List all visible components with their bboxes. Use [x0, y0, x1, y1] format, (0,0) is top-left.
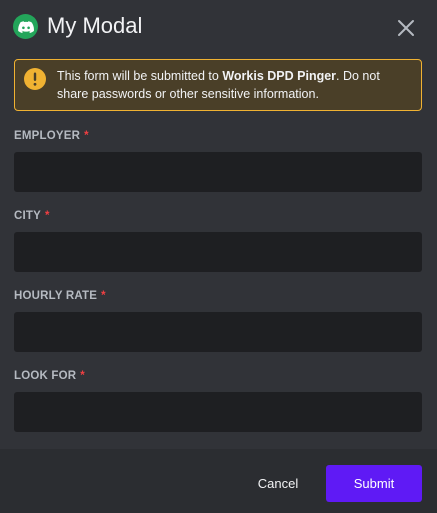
hourly-rate-input[interactable] [14, 312, 422, 352]
warning-app-name: Workis DPD Pinger [222, 69, 337, 83]
field-label-text: HOURLY RATE [14, 290, 98, 302]
city-input[interactable] [14, 232, 422, 272]
submit-button[interactable]: Submit [326, 465, 422, 502]
employer-input[interactable] [14, 152, 422, 192]
required-marker: * [101, 290, 106, 302]
field-label-text: EMPLOYER [14, 130, 81, 142]
exclamation-icon [24, 68, 46, 90]
field-label-hourly-rate: HOURLY RATE * [14, 290, 106, 302]
modal-header: My Modal [0, 0, 437, 52]
look-for-input[interactable] [14, 392, 422, 432]
warning-banner: This form will be submitted to Workis DP… [14, 59, 422, 111]
discord-logo-icon [13, 14, 38, 39]
field-label-text: LOOK FOR [14, 370, 77, 382]
required-marker: * [80, 370, 85, 382]
close-icon[interactable] [393, 15, 419, 41]
field-label-look-for: LOOK FOR * [14, 370, 85, 382]
field-label-city: CITY * [14, 210, 50, 222]
warning-text-before: This form will be submitted to [57, 69, 223, 83]
field-label-employer: EMPLOYER * [14, 130, 89, 142]
cancel-button[interactable]: Cancel [246, 467, 310, 499]
modal-footer: Cancel Submit [0, 449, 437, 513]
required-marker: * [84, 130, 89, 142]
warning-text: This form will be submitted to Workis DP… [57, 67, 409, 103]
field-label-text: CITY [14, 210, 41, 222]
modal-title: My Modal [47, 13, 143, 38]
modal: My Modal This form will be submitted to … [0, 0, 437, 513]
required-marker: * [45, 210, 50, 222]
